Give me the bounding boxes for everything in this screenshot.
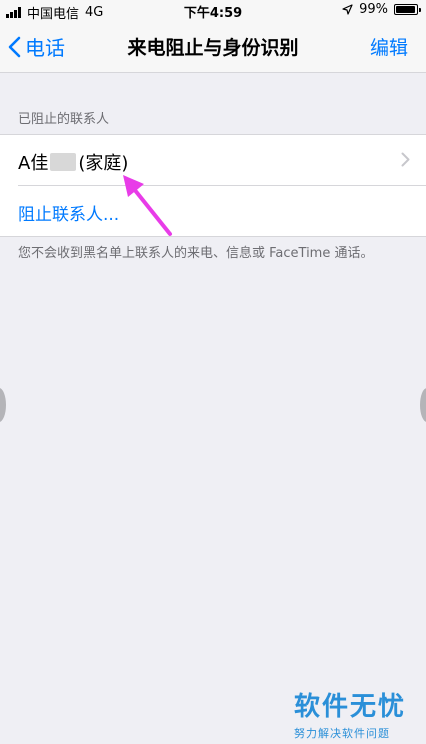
chevron-right-icon <box>401 152 410 167</box>
edge-handle-right <box>420 388 426 422</box>
status-bar: 中国电信 4G 下午4:59 99% <box>0 0 426 22</box>
edge-handle-left <box>0 388 6 422</box>
watermark-subtitle: 努力解决软件问题 <box>294 727 390 740</box>
blocked-contact-row[interactable]: A佳 (家庭) <box>0 135 426 186</box>
contact-name-prefix: A佳 <box>18 153 49 174</box>
redacted-text-block <box>50 153 77 171</box>
edit-button[interactable]: 编辑 <box>370 33 408 60</box>
block-contact-button[interactable]: 阻止联系人... <box>18 200 119 225</box>
battery-icon <box>394 4 421 15</box>
status-right: 99% <box>342 2 421 17</box>
watermark: 软件无忧 努力解决软件问题 <box>294 686 412 741</box>
annotation-arrow-icon <box>123 175 172 236</box>
page-title: 来电阻止与身份识别 <box>127 37 299 59</box>
footer-note: 您不会收到黑名单上联系人的来电、信息或 FaceTime 通话。 <box>18 246 374 261</box>
location-arrow-icon <box>342 4 353 15</box>
battery-percent: 99% <box>359 2 388 17</box>
blocked-contacts-list: A佳 (家庭) 阻止联系人... <box>0 134 426 237</box>
blocked-contact-name: A佳 (家庭) <box>18 149 128 175</box>
section-header-blocked-contacts: 已阻止的联系人 <box>18 112 110 127</box>
navigation-bar: 电话 来电阻止与身份识别 编辑 <box>0 20 426 73</box>
block-contact-row[interactable]: 阻止联系人... <box>0 186 426 236</box>
watermark-title: 软件无忧 <box>294 692 407 722</box>
